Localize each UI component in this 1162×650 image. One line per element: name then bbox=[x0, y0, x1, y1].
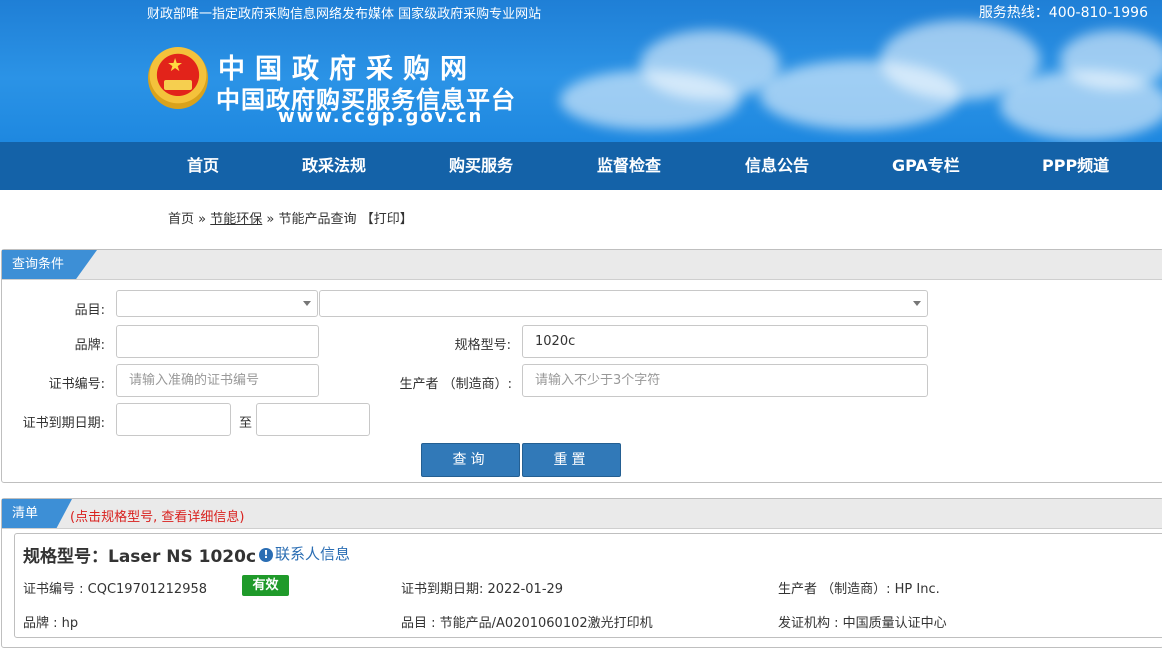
query-panel: 查询条件 品目: 品牌: 规格型号: 1020c 证书编号: 请输入准确的证书编… bbox=[1, 249, 1162, 483]
result-cert-no: 证书编号 : CQC19701212958 bbox=[23, 582, 208, 597]
breadcrumb-separator: » bbox=[198, 212, 207, 227]
status-badge: 有效 bbox=[242, 575, 289, 596]
info-icon: ! bbox=[259, 548, 273, 562]
nav-purchase-services[interactable]: 购买服务 bbox=[449, 142, 513, 190]
results-tip: (点击规格型号, 查看详细信息) bbox=[70, 510, 245, 525]
result-category: 品目 : 节能产品/A0201060102激光打印机 bbox=[401, 616, 653, 631]
breadcrumb-home[interactable]: 首页 bbox=[168, 212, 194, 227]
search-button[interactable]: 查询 bbox=[421, 443, 520, 477]
nav-ppp[interactable]: PPP频道 bbox=[1042, 142, 1109, 190]
query-panel-header: 查询条件 bbox=[2, 250, 1162, 280]
nav-home[interactable]: 首页 bbox=[187, 142, 219, 190]
site-tagline: 财政部唯一指定政府采购信息网络发布媒体 国家级政府采购专业网站 bbox=[147, 7, 542, 22]
breadcrumb-separator: » bbox=[266, 212, 275, 227]
contact-info-link[interactable]: ! 联系人信息 bbox=[259, 543, 350, 564]
cert-no-label: 证书编号: bbox=[48, 377, 105, 392]
breadcrumb: 首页 » 节能环保 » 节能产品查询 【打印】 bbox=[168, 208, 413, 227]
nav-regulations[interactable]: 政采法规 bbox=[302, 142, 366, 190]
expiry-end-input[interactable] bbox=[256, 403, 370, 436]
model-input[interactable]: 1020c bbox=[522, 325, 928, 358]
result-issuer: 发证机构 : 中国质量认证中心 bbox=[778, 616, 947, 631]
national-emblem-icon: ★ bbox=[148, 47, 208, 109]
query-panel-title: 查询条件 bbox=[2, 250, 97, 279]
brand-input[interactable] bbox=[116, 325, 319, 358]
brand-label: 品牌: bbox=[74, 338, 105, 353]
main-nav: 首页 政采法规 购买服务 监督检查 信息公告 GPA专栏 PPP频道 bbox=[0, 142, 1162, 190]
result-model[interactable]: 规格型号：Laser NS 1020c bbox=[23, 542, 256, 567]
nav-announcements[interactable]: 信息公告 bbox=[745, 142, 809, 190]
expiry-start-input[interactable] bbox=[116, 403, 231, 436]
maker-input[interactable]: 请输入不少于3个字符 bbox=[522, 364, 928, 397]
chevron-down-icon bbox=[913, 301, 921, 306]
category-label: 品目: bbox=[74, 303, 105, 318]
service-hotline: 服务热线：400-810-1996 bbox=[978, 5, 1148, 21]
contact-info-label: 联系人信息 bbox=[275, 545, 351, 563]
maker-label: 生产者 （制造商）: bbox=[399, 377, 512, 392]
results-panel-header: 清单 (点击规格型号, 查看详细信息) bbox=[2, 499, 1162, 529]
result-expiry: 证书到期日期: 2022-01-29 bbox=[401, 582, 564, 597]
print-link[interactable]: 【打印】 bbox=[361, 212, 413, 227]
result-card: 规格型号：Laser NS 1020c ! 联系人信息 证书编号 : CQC197… bbox=[14, 533, 1162, 638]
nav-gpa[interactable]: GPA专栏 bbox=[892, 142, 960, 190]
model-label: 规格型号: bbox=[454, 338, 511, 353]
result-brand: 品牌 : hp bbox=[23, 616, 79, 631]
cert-no-input[interactable]: 请输入准确的证书编号 bbox=[116, 364, 319, 397]
category-select-primary[interactable] bbox=[116, 290, 318, 317]
site-header: 财政部唯一指定政府采购信息网络发布媒体 国家级政府采购专业网站 服务热线：400… bbox=[0, 0, 1162, 142]
chevron-down-icon bbox=[303, 301, 311, 306]
result-maker: 生产者 （制造商）: HP Inc. bbox=[778, 582, 940, 597]
expiry-label: 证书到期日期: bbox=[22, 416, 105, 431]
nav-supervision[interactable]: 监督检查 bbox=[597, 142, 661, 190]
reset-button[interactable]: 重置 bbox=[522, 443, 621, 477]
site-logo-url: www.ccgp.gov.cn bbox=[278, 106, 484, 127]
results-panel-title: 清单 bbox=[2, 499, 72, 528]
breadcrumb-current: 节能产品查询 bbox=[278, 212, 357, 227]
category-select-secondary[interactable] bbox=[319, 290, 928, 317]
breadcrumb-section[interactable]: 节能环保 bbox=[210, 212, 262, 227]
top-bar: 财政部唯一指定政府采购信息网络发布媒体 国家级政府采购专业网站 服务热线：400… bbox=[0, 0, 1162, 24]
expiry-to-label: 至 bbox=[238, 416, 252, 431]
